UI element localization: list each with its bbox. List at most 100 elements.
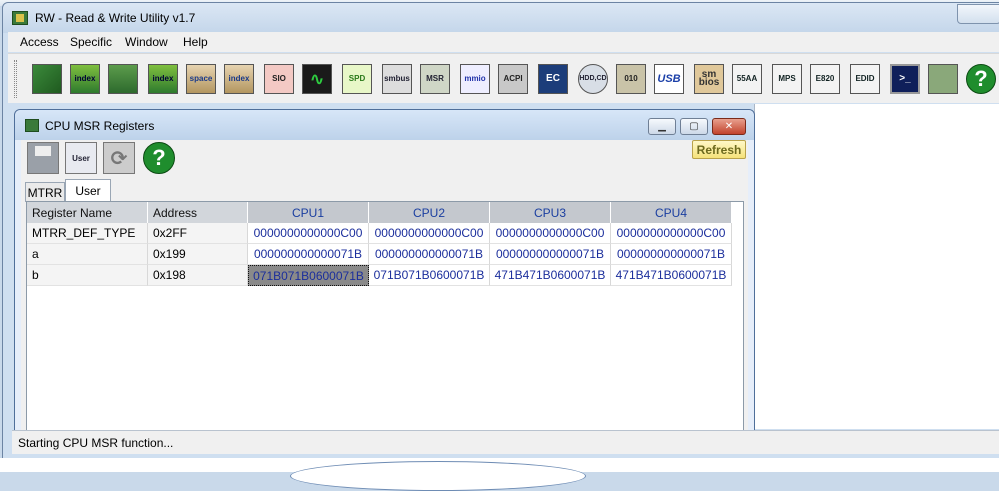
child-maximize-button[interactable]: ▢	[680, 118, 708, 135]
title-bar: RW - Read & Write Utility v1.7	[3, 3, 999, 33]
cell-cpu4[interactable]: 0000000000000C00	[611, 223, 732, 244]
smbios-button[interactable]: sm bios	[692, 62, 726, 96]
spd-button[interactable]: SPD	[340, 62, 374, 96]
sio-icon: SIO	[264, 64, 294, 94]
ec-icon: EC	[538, 64, 568, 94]
io-space-icon: space	[186, 64, 216, 94]
tab-user[interactable]: User	[65, 179, 111, 202]
msr-icon: MSR	[420, 64, 450, 94]
help-button[interactable]: ?	[964, 62, 998, 96]
smbus-button[interactable]: smbus	[380, 62, 414, 96]
hdd-cd-icon: HDD,CD	[578, 64, 608, 94]
cpu-msr-window: CPU MSR Registers ▁ ▢ ✕ User ⟳ ? Refresh…	[14, 109, 755, 435]
cell-cpu2[interactable]: 0000000000000C00	[369, 223, 490, 244]
cell-cpu1[interactable]: 000000000000071B	[248, 244, 369, 265]
toolbar: index index space index SIO ∿ SPD smbus …	[8, 53, 999, 103]
cell-register-name[interactable]: a	[27, 244, 148, 265]
wave-button[interactable]: ∿	[300, 62, 334, 96]
edid-button[interactable]: EDID	[848, 62, 882, 96]
child-close-button[interactable]: ✕	[712, 118, 746, 135]
cell-register-name[interactable]: b	[27, 265, 148, 286]
child-help-icon[interactable]: ?	[143, 142, 175, 174]
mmio-icon: mmio	[460, 64, 490, 94]
memory-index-icon: index	[148, 64, 178, 94]
cell-cpu1[interactable]: 0000000000000C00	[248, 223, 369, 244]
pci-index-icon: index	[70, 64, 100, 94]
child-title: CPU MSR Registers	[45, 119, 155, 133]
menu-help[interactable]: Help	[183, 35, 208, 49]
child-body: User ⟳ ? Refresh MTRR User Register Name…	[21, 140, 748, 435]
io-space-button[interactable]: space	[184, 62, 218, 96]
menu-access[interactable]: Access	[20, 35, 59, 49]
header-cpu1[interactable]: CPU1	[248, 202, 369, 223]
header-cpu2[interactable]: CPU2	[369, 202, 490, 223]
e820-icon: E820	[810, 64, 840, 94]
usb-button[interactable]: USB	[652, 62, 686, 96]
register-grid: Register Name Address CPU1 CPU2 CPU3 CPU…	[26, 201, 744, 435]
cell-address[interactable]: 0x2FF	[148, 223, 248, 244]
child-title-bar: CPU MSR Registers ▁ ▢ ✕	[15, 110, 754, 140]
memory-button[interactable]	[106, 62, 140, 96]
cell-address[interactable]: 0x199	[148, 244, 248, 265]
reload-icon[interactable]: ⟳	[103, 142, 135, 174]
menu-window[interactable]: Window	[125, 35, 168, 49]
menu-bar: Access Specific Window Help	[8, 32, 999, 52]
mdi-empty-area	[754, 104, 999, 429]
memory-icon	[108, 64, 138, 94]
acpi-icon: ACPI	[498, 64, 528, 94]
pci-index-button[interactable]: index	[68, 62, 102, 96]
header-cpu4[interactable]: CPU4	[611, 202, 732, 223]
e820-button[interactable]: E820	[808, 62, 842, 96]
toolbar-grip[interactable]	[14, 60, 17, 98]
hex-010-icon: 010	[616, 64, 646, 94]
card-icon	[928, 64, 958, 94]
save-icon[interactable]	[27, 142, 59, 174]
55aa-button[interactable]: 55AA	[730, 62, 764, 96]
app-title: RW - Read & Write Utility v1.7	[35, 11, 196, 25]
msr-window-icon	[25, 119, 39, 132]
ec-button[interactable]: EC	[536, 62, 570, 96]
pci-board-icon	[32, 64, 62, 94]
hex-010-button[interactable]: 010	[614, 62, 648, 96]
spd-icon: SPD	[342, 64, 372, 94]
refresh-button[interactable]: Refresh	[692, 140, 746, 159]
cell-cpu3[interactable]: 0000000000000C00	[490, 223, 611, 244]
window-minimize-button[interactable]	[957, 4, 999, 24]
cell-cpu2[interactable]: 071B071B0600071B	[369, 265, 490, 286]
wave-icon: ∿	[302, 64, 332, 94]
acpi-button[interactable]: ACPI	[496, 62, 530, 96]
card-button[interactable]	[926, 62, 960, 96]
io-index-icon: index	[224, 64, 254, 94]
background-shape	[290, 461, 586, 491]
command-icon: >_	[890, 64, 920, 94]
status-text: Starting CPU MSR function...	[18, 436, 174, 450]
mps-button[interactable]: MPS	[770, 62, 804, 96]
sio-button[interactable]: SIO	[262, 62, 296, 96]
command-button[interactable]: >_	[888, 62, 922, 96]
usb-icon: USB	[654, 64, 684, 94]
user-list-button[interactable]: User	[65, 142, 97, 174]
cell-cpu3[interactable]: 471B471B0600071B	[490, 265, 611, 286]
55aa-icon: 55AA	[732, 64, 762, 94]
cell-cpu1-selected[interactable]: 071B071B0600071B	[248, 265, 369, 286]
hdd-cd-button[interactable]: HDD,CD	[576, 62, 610, 96]
mmio-button[interactable]: mmio	[458, 62, 492, 96]
cell-address[interactable]: 0x198	[148, 265, 248, 286]
msr-button[interactable]: MSR	[418, 62, 452, 96]
tab-mtrr[interactable]: MTRR	[25, 182, 65, 202]
smbios-icon: sm bios	[694, 64, 724, 94]
menu-specific[interactable]: Specific	[70, 35, 112, 49]
child-minimize-button[interactable]: ▁	[648, 118, 676, 135]
header-address[interactable]: Address	[148, 202, 248, 223]
cell-cpu4[interactable]: 471B471B0600071B	[611, 265, 732, 286]
cell-cpu2[interactable]: 000000000000071B	[369, 244, 490, 265]
cell-cpu3[interactable]: 000000000000071B	[490, 244, 611, 265]
cell-cpu4[interactable]: 000000000000071B	[611, 244, 732, 265]
header-register-name[interactable]: Register Name	[27, 202, 148, 223]
memory-index-button[interactable]: index	[146, 62, 180, 96]
smbus-icon: smbus	[382, 64, 412, 94]
pci-board-button[interactable]	[30, 62, 64, 96]
io-index-button[interactable]: index	[222, 62, 256, 96]
header-cpu3[interactable]: CPU3	[490, 202, 611, 223]
cell-register-name[interactable]: MTRR_DEF_TYPE	[27, 223, 148, 244]
